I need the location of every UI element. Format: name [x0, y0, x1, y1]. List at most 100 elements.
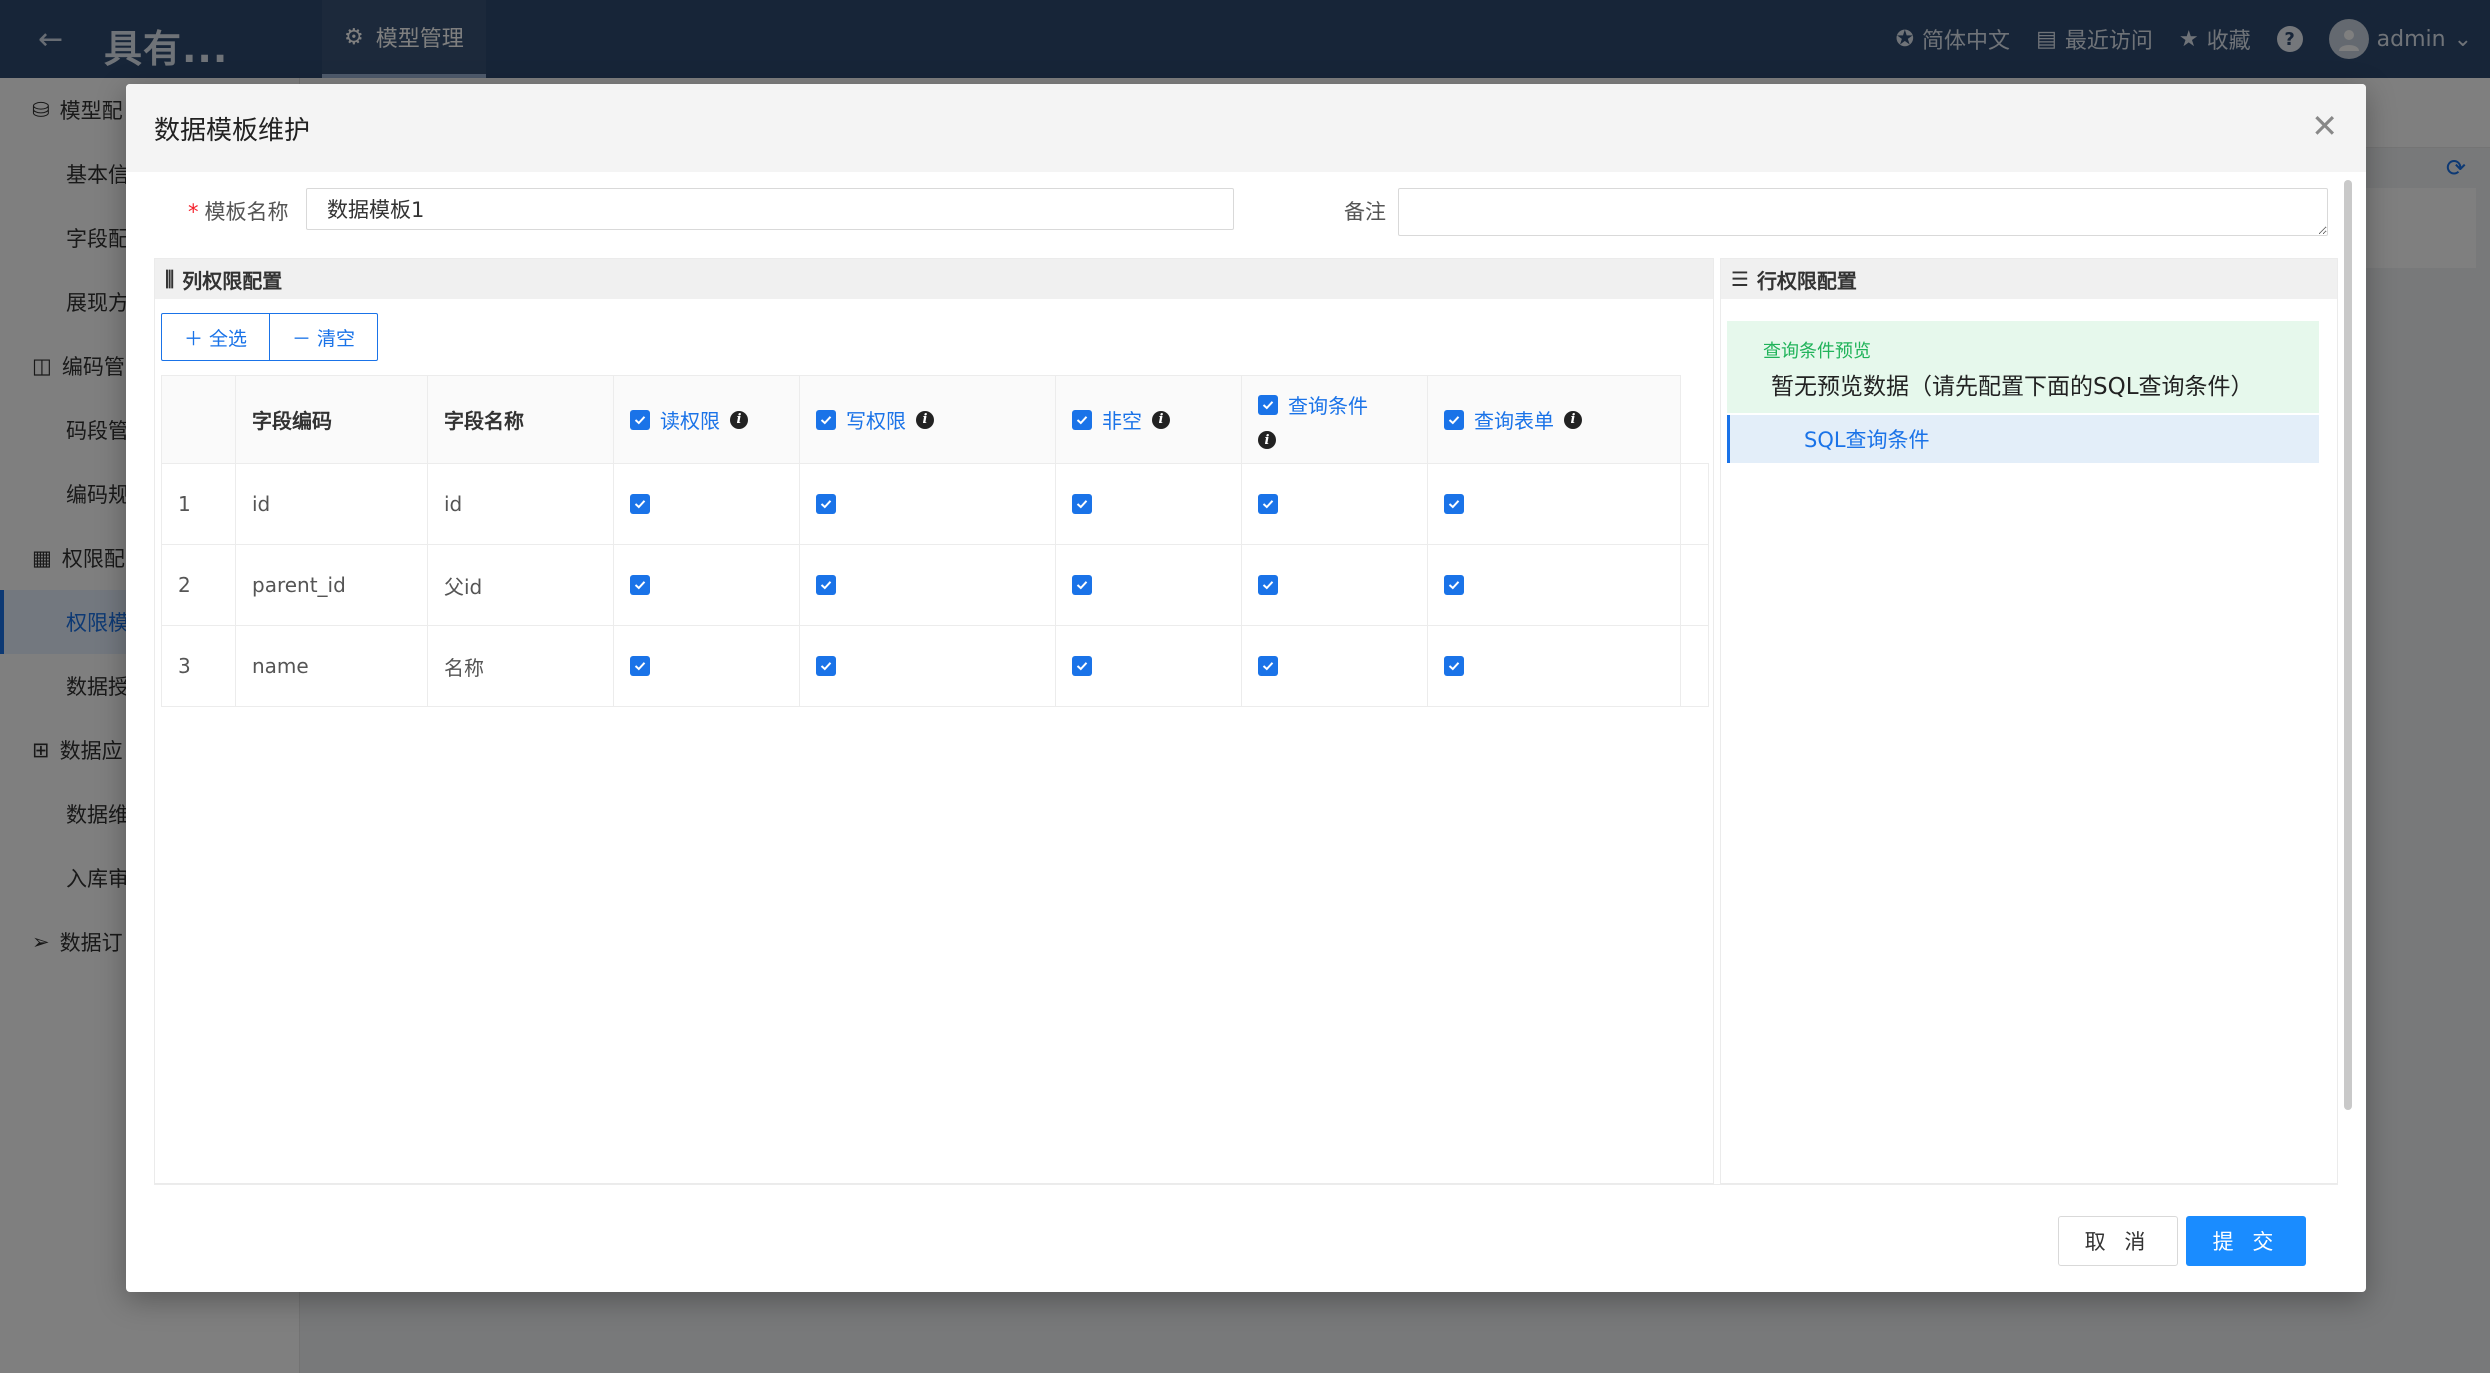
close-icon[interactable]: ✕	[2311, 110, 2338, 142]
field-code-header: 字段编码	[235, 375, 428, 464]
read-checkbox[interactable]	[630, 656, 650, 676]
row-index: 1	[161, 463, 236, 545]
not-null-checkbox[interactable]	[1072, 494, 1092, 514]
selection-button-group: ＋全选 －清空	[161, 313, 379, 361]
field-code-cell: id	[235, 463, 428, 545]
read-cell	[613, 463, 800, 545]
field-code-cell: name	[235, 625, 428, 707]
sql-condition-item[interactable]: SQL查询条件	[1727, 415, 2319, 463]
info-icon[interactable]: i	[730, 410, 748, 429]
query-condition-checkbox[interactable]	[1258, 656, 1278, 676]
write-checkbox[interactable]	[816, 494, 836, 514]
index-header	[161, 375, 236, 464]
query-condition-cell	[1241, 625, 1428, 707]
write-permission-header-control: 写权限 i	[816, 405, 934, 434]
write-permission-header-checkbox[interactable]	[816, 409, 836, 430]
read-checkbox[interactable]	[630, 575, 650, 595]
not-null-cell	[1055, 625, 1242, 707]
field-code-cell: parent_id	[235, 544, 428, 626]
query-condition-checkbox[interactable]	[1258, 575, 1278, 595]
dialog-scrollbar[interactable]	[2344, 180, 2352, 1110]
query-condition-cell	[1241, 544, 1428, 626]
write-permission-header: 写权限 i	[799, 375, 1056, 464]
select-all-button[interactable]: ＋全选	[161, 313, 271, 361]
clear-button[interactable]: －清空	[269, 313, 379, 361]
query-form-cell	[1426, 625, 1682, 707]
write-permission-label: 写权限	[846, 409, 906, 433]
template-form-row: *模板名称 备注	[126, 180, 2366, 240]
query-form-checkbox[interactable]	[1444, 656, 1464, 676]
query-condition-cell	[1241, 463, 1428, 545]
info-icon[interactable]: i	[1152, 410, 1170, 429]
cancel-button[interactable]: 取 消	[2058, 1216, 2178, 1266]
preview-label: 查询条件预览	[1763, 341, 1871, 362]
query-condition-header-checkbox[interactable]	[1258, 394, 1278, 415]
field-name-header: 字段名称	[427, 375, 614, 464]
table-header-row: 字段编码 字段名称 读权限 i 写权限 i 非空 i 查询条件 i 查询表单 i	[161, 375, 1709, 464]
data-template-dialog: 数据模板维护 ✕ *模板名称 备注 ⫼ 列权限配置 ＋全选 －清空 字段编码	[126, 84, 2366, 1292]
read-permission-header-checkbox[interactable]	[630, 409, 650, 430]
read-permission-header: 读权限 i	[613, 375, 800, 464]
write-checkbox[interactable]	[816, 656, 836, 676]
not-null-header: 非空 i	[1055, 375, 1242, 464]
info-icon[interactable]: i	[916, 410, 934, 429]
query-condition-header-line: 查询条件	[1258, 390, 1368, 419]
clear-label: 清空	[317, 327, 356, 350]
write-cell	[799, 544, 1056, 626]
read-cell	[613, 544, 800, 626]
read-permission-header-control: 读权限 i	[630, 405, 748, 434]
row-permission-section: ☰ 行权限配置 查询条件预览 暂无预览数据（请先配置下面的SQL查询条件） SQ…	[1720, 258, 2338, 1184]
field-name-cell: 名称	[427, 625, 614, 707]
footer-divider	[154, 1184, 2338, 1185]
not-null-checkbox[interactable]	[1072, 656, 1092, 676]
query-condition-header-control: 查询条件 i	[1258, 390, 1368, 449]
column-section-title: 列权限配置	[182, 268, 283, 293]
row-section-header: ☰ 行权限配置	[1721, 259, 2337, 299]
query-condition-checkbox[interactable]	[1258, 494, 1278, 514]
read-cell	[613, 625, 800, 707]
write-cell	[799, 463, 1056, 545]
empty-cell	[1680, 625, 1709, 707]
remark-textarea[interactable]	[1398, 188, 2328, 236]
template-name-input[interactable]	[306, 188, 1234, 230]
field-name-cell: id	[427, 463, 614, 545]
preview-text: 暂无预览数据（请先配置下面的SQL查询条件）	[1771, 374, 2254, 400]
list-icon: ☰	[1731, 267, 1749, 291]
dialog-title: 数据模板维护	[154, 115, 311, 146]
write-checkbox[interactable]	[816, 575, 836, 595]
table-row: 3 name 名称	[161, 625, 1709, 707]
not-null-cell	[1055, 463, 1242, 545]
query-form-label: 查询表单	[1474, 409, 1554, 433]
info-icon[interactable]: i	[1258, 431, 1276, 449]
query-form-header-control: 查询表单 i	[1444, 405, 1582, 434]
not-null-header-checkbox[interactable]	[1072, 409, 1092, 430]
empty-cell	[1680, 463, 1709, 545]
column-section-header: ⫼ 列权限配置	[155, 259, 1713, 299]
query-form-cell	[1426, 463, 1682, 545]
select-all-label: 全选	[209, 327, 248, 350]
dialog-header: 数据模板维护	[126, 84, 2366, 172]
submit-button[interactable]: 提 交	[2186, 1216, 2306, 1266]
read-checkbox[interactable]	[630, 494, 650, 514]
query-form-header-checkbox[interactable]	[1444, 409, 1464, 430]
row-index: 3	[161, 625, 236, 707]
remark-label: 备注	[1344, 200, 1386, 224]
template-name-label-text: 模板名称	[204, 200, 289, 224]
not-null-cell	[1055, 544, 1242, 626]
query-preview-panel: 查询条件预览 暂无预览数据（请先配置下面的SQL查询条件）	[1727, 321, 2319, 413]
query-form-checkbox[interactable]	[1444, 494, 1464, 514]
not-null-checkbox[interactable]	[1072, 575, 1092, 595]
query-form-cell	[1426, 544, 1682, 626]
plus-icon: ＋	[184, 327, 204, 350]
minus-icon: －	[292, 327, 312, 350]
columns-icon: ⫼	[165, 267, 175, 291]
column-permission-table: 字段编码 字段名称 读权限 i 写权限 i 非空 i 查询条件 i 查询表单 i…	[161, 375, 1709, 707]
query-condition-header: 查询条件 i	[1241, 375, 1428, 464]
info-icon[interactable]: i	[1564, 410, 1582, 429]
table-row: 1 id id	[161, 463, 1709, 545]
empty-cell	[1680, 544, 1709, 626]
table-row: 2 parent_id 父id	[161, 544, 1709, 626]
read-permission-label: 读权限	[660, 409, 720, 433]
row-section-title: 行权限配置	[1756, 268, 1857, 293]
query-form-checkbox[interactable]	[1444, 575, 1464, 595]
